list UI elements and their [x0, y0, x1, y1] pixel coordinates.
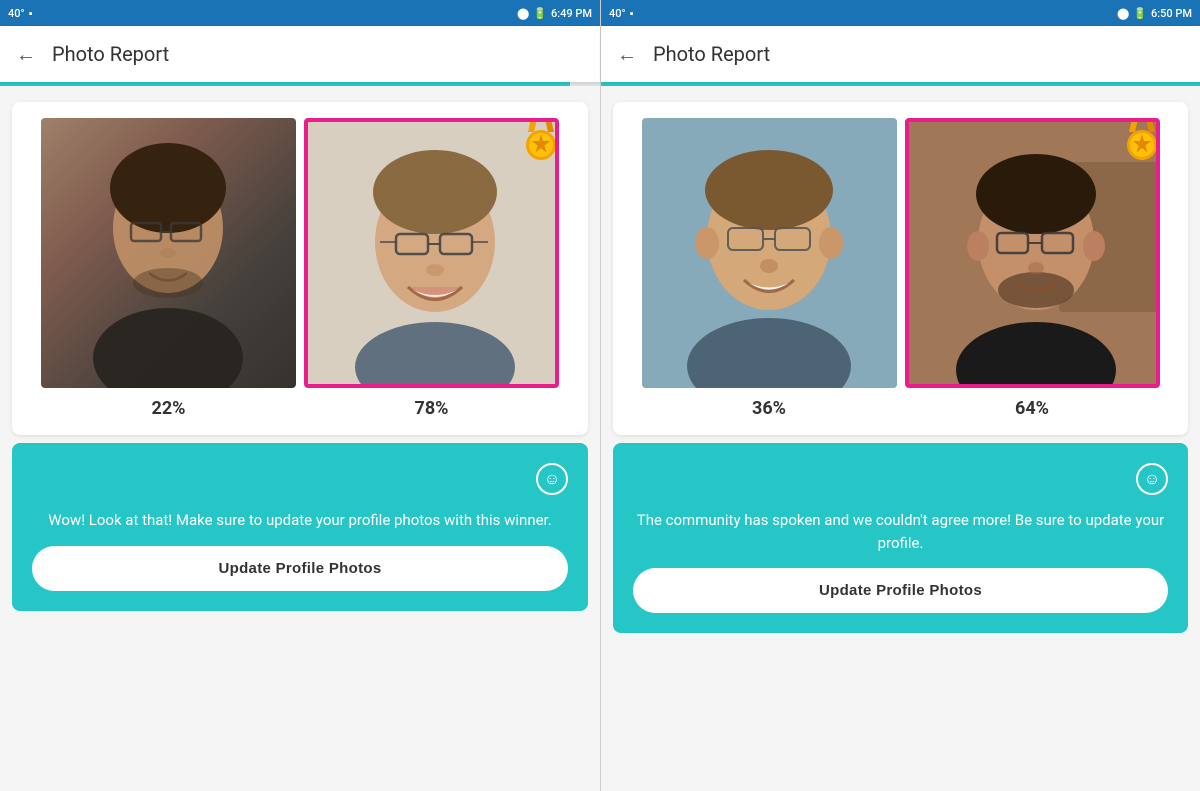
photo-card-2: 36% — [613, 102, 1188, 435]
update-button-2[interactable]: Update Profile Photos — [633, 568, 1168, 613]
battery-icon-2: 🔋 — [1133, 7, 1147, 20]
status-bar-right-1: ⬤ 🔋 6:49 PM — [517, 7, 592, 20]
status-bar-1: 40° ▪ ⬤ 🔋 6:49 PM — [0, 0, 600, 26]
medal-icon-2 — [1120, 118, 1160, 160]
bluetooth-icon-1: ⬤ — [517, 7, 529, 20]
bluetooth-icon-2: ⬤ — [1117, 7, 1129, 20]
status-bar-left-1: 40° ▪ — [8, 7, 33, 20]
photo-image-1a — [41, 118, 296, 388]
photo-image-1b — [304, 118, 559, 388]
photo-wrapper-1a: 22% — [41, 118, 296, 419]
page-title-2: Photo Report — [653, 42, 770, 66]
face-svg-1a — [41, 118, 296, 388]
temperature-2: 40° — [609, 7, 626, 20]
bottom-section-2: ☺ The community has spoken and we couldn… — [613, 443, 1188, 633]
bottom-message-2: The community has spoken and we couldn't… — [633, 509, 1168, 554]
signal-icon-2: ▪ — [630, 7, 634, 20]
photo-image-2b — [905, 118, 1160, 388]
content-area-1: 22% — [0, 86, 600, 791]
medal-container-1 — [519, 118, 559, 164]
app-bar-1: ← Photo Report — [0, 26, 600, 82]
photo-percentage-2b: 64% — [1015, 398, 1049, 419]
smiley-icon-2: ☺ — [1136, 463, 1168, 495]
signal-icon-1: ▪ — [29, 7, 33, 20]
photo-percentage-1b: 78% — [415, 398, 449, 419]
photo-wrapper-2a: 36% — [642, 118, 897, 419]
bottom-section-1: ☺ Wow! Look at that! Make sure to update… — [12, 443, 588, 611]
temperature-1: 40° — [8, 7, 25, 20]
face-svg-2a — [642, 118, 897, 388]
smiley-row-1: ☺ — [32, 463, 568, 495]
smiley-row-2: ☺ — [633, 463, 1168, 495]
page-title-1: Photo Report — [52, 42, 169, 66]
back-button-1[interactable]: ← — [16, 42, 36, 67]
photo-percentage-2a: 36% — [752, 398, 786, 419]
phone-panel-1: 40° ▪ ⬤ 🔋 6:49 PM ← Photo Report — [0, 0, 600, 791]
battery-icon-1: 🔋 — [533, 7, 547, 20]
photos-row-1: 22% — [28, 118, 572, 419]
content-area-2: 36% — [601, 86, 1200, 791]
phone-panel-2: 40° ▪ ⬤ 🔋 6:50 PM ← Photo Report — [600, 0, 1200, 791]
medal-icon-1 — [519, 118, 559, 160]
medal-container-2 — [1120, 118, 1160, 164]
photo-wrapper-1b: 78% — [304, 118, 559, 419]
bottom-message-1: Wow! Look at that! Make sure to update y… — [48, 509, 551, 532]
status-bar-2: 40° ▪ ⬤ 🔋 6:50 PM — [601, 0, 1200, 26]
app-bar-2: ← Photo Report — [601, 26, 1200, 82]
photo-card-1: 22% — [12, 102, 588, 435]
photo-wrapper-2b: 64% — [905, 118, 1160, 419]
photo-image-2a — [642, 118, 897, 388]
time-1: 6:49 PM — [551, 7, 592, 20]
smiley-icon-1: ☺ — [536, 463, 568, 495]
time-2: 6:50 PM — [1151, 7, 1192, 20]
status-bar-right-2: ⬤ 🔋 6:50 PM — [1117, 7, 1192, 20]
back-button-2[interactable]: ← — [617, 42, 637, 67]
update-button-1[interactable]: Update Profile Photos — [32, 546, 568, 591]
status-bar-left-2: 40° ▪ — [609, 7, 634, 20]
photos-row-2: 36% — [629, 118, 1172, 419]
photo-percentage-1a: 22% — [152, 398, 186, 419]
